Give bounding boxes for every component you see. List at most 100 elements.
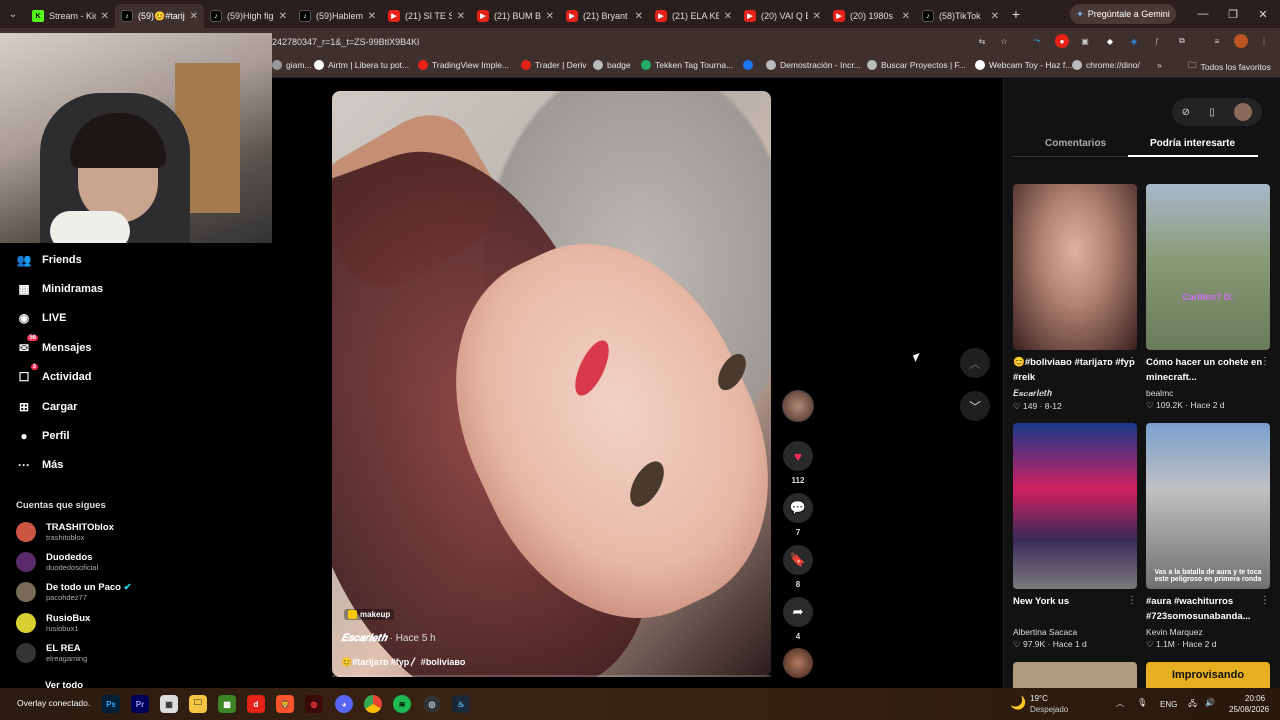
clock-time[interactable]: 20:06: [1245, 694, 1265, 703]
video-player[interactable]: [332, 91, 771, 677]
next-video-button[interactable]: ﹀: [960, 391, 990, 421]
close-tab-icon[interactable]: ✕: [457, 11, 465, 22]
premiere-icon[interactable]: Pr: [131, 695, 149, 713]
recommended-video-card[interactable]: Carlitos? D: Cómo hacer un cohete en mine…: [1146, 184, 1270, 411]
weather-temp[interactable]: 19°C: [1030, 694, 1048, 703]
browser-tab[interactable]: ▶ (20) 1980s ✕: [827, 4, 916, 28]
followed-account[interactable]: TRASHITOblox trashitoblox: [16, 522, 114, 542]
ask-gemini-button[interactable]: ✦ Pregúntale a Gemini: [1070, 4, 1176, 24]
photoshop-icon[interactable]: Ps: [102, 695, 120, 713]
bookmark-item[interactable]: [743, 60, 757, 70]
browser-tab[interactable]: ▶ (20) VAI Q E ✕: [738, 4, 827, 28]
browser-tab[interactable]: ♪ (59)High fig ✕: [204, 4, 293, 28]
bookmark-item[interactable]: Webcam Toy - Haz f...: [975, 60, 1072, 70]
close-tab-icon[interactable]: ✕: [190, 11, 198, 22]
weather-icon[interactable]: 🌙: [1010, 695, 1026, 711]
sidebar-item-live[interactable]: ◉ LIVE: [16, 310, 67, 326]
partial-card-thumbnail[interactable]: Improvisando: [1146, 662, 1270, 688]
more-bookmarks-button[interactable]: »: [1157, 60, 1162, 70]
obs-icon[interactable]: ◎: [423, 695, 441, 713]
user-avatar-icon[interactable]: [1234, 103, 1253, 121]
bookmark-item[interactable]: chrome://dino/: [1072, 60, 1140, 70]
browser-tab[interactable]: ♪ (59)Hablem ✕: [293, 4, 382, 28]
previous-video-button[interactable]: ︿: [960, 348, 990, 378]
more-options-icon[interactable]: ⋮: [1260, 356, 1270, 367]
video-thumbnail[interactable]: Carlitos? D:: [1146, 184, 1270, 350]
deriv-icon[interactable]: d: [247, 695, 265, 713]
more-options-icon[interactable]: ⋮: [1260, 595, 1270, 606]
minecraft-icon[interactable]: ▩: [218, 695, 236, 713]
url-field[interactable]: 242780347_r=1&_t=ZS-99BtlX9B4Kl: [272, 37, 419, 47]
discord-icon[interactable]: ◕: [335, 695, 353, 713]
tray-expand-icon[interactable]: ︿: [1116, 698, 1124, 709]
more-options-icon[interactable]: ⋮: [1127, 356, 1137, 367]
browser-tab[interactable]: ♪ (59)😊#tarij ✕: [115, 4, 204, 28]
browser-tab[interactable]: ▶ (21) ELA KE ✕: [649, 4, 738, 28]
close-tab-icon[interactable]: ✕: [724, 11, 732, 22]
file-explorer-icon[interactable]: 🗀: [189, 695, 207, 713]
microphone-icon[interactable]: 🎙: [1137, 698, 1147, 707]
share-button[interactable]: ➦: [783, 597, 813, 627]
minimize-button[interactable]: —: [1188, 0, 1218, 28]
all-bookmarks-folder[interactable]: 🗀 Todos los favoritos: [1188, 60, 1271, 74]
comment-button[interactable]: 💬: [783, 493, 813, 523]
sound-disc-button[interactable]: [783, 648, 813, 678]
extension-diamond-icon[interactable]: ◆: [1103, 34, 1117, 48]
extension-blue-icon[interactable]: ◈: [1127, 34, 1141, 48]
close-tab-icon[interactable]: ✕: [101, 11, 109, 22]
sidebar-item-minidramas[interactable]: ▦ Minidramas: [16, 281, 103, 297]
partial-card-thumbnail[interactable]: [1013, 662, 1137, 688]
calculator-icon[interactable]: ▦: [160, 695, 178, 713]
tab-search-button[interactable]: ⌄: [0, 0, 26, 28]
bookmark-item[interactable]: Airtm | Libera tu pot...: [314, 60, 409, 70]
bookmark-star-icon[interactable]: ☆: [997, 34, 1011, 48]
new-tab-button[interactable]: +: [1005, 6, 1027, 22]
translate-icon[interactable]: ⇆: [975, 34, 989, 48]
extensions-puzzle-icon[interactable]: ⧉: [1175, 34, 1189, 48]
close-tab-icon[interactable]: ✕: [813, 11, 821, 22]
language-indicator[interactable]: ENG: [1160, 700, 1177, 709]
bookmark-item[interactable]: Tekken Tag Tourna...: [641, 60, 733, 70]
volume-icon[interactable]: 🔊: [1205, 698, 1215, 707]
recommended-video-card[interactable]: New York us ⋮ Albertina Sacaca ♡ 97.9K · Ha…: [1013, 423, 1137, 650]
sidebar-item-activity[interactable]: ☐ 3 Actividad: [16, 364, 92, 385]
followed-account[interactable]: Duodedos duodedosoficial: [16, 552, 98, 572]
video-author[interactable]: 𝑬𝒔𝒄𝒂𝒓𝒍𝒆𝒕𝒉 · Hace 5 h: [341, 633, 436, 644]
bookmark-item[interactable]: Demostración - Incr...: [766, 60, 861, 70]
close-tab-icon[interactable]: ✕: [991, 11, 999, 22]
browser-tab[interactable]: K Stream - Kic ✕: [26, 4, 115, 28]
more-options-icon[interactable]: ⋮: [1127, 595, 1137, 606]
followed-account[interactable]: RusioBux rusiobux1: [16, 613, 90, 633]
spotify-icon[interactable]: ≋: [393, 695, 411, 713]
sidebar-item-profile[interactable]: ● Perfil: [16, 428, 69, 444]
browser-tab[interactable]: ▶ (21) SI TE S ✕: [382, 4, 471, 28]
browser-menu-icon[interactable]: ⋮: [1257, 34, 1271, 48]
extension-badge-icon[interactable]: ▣: [1078, 34, 1092, 48]
sidebar-item-more[interactable]: ··· Más: [16, 457, 63, 473]
browser-tab[interactable]: ▶ (21) Bryant ✕: [560, 4, 649, 28]
sidebar-item-messages[interactable]: ✉ 56 Mensajes: [16, 335, 92, 356]
chrome-icon[interactable]: [364, 695, 382, 713]
extension-script-icon[interactable]: ƒ: [1150, 34, 1164, 48]
save-button[interactable]: 🔖: [783, 545, 813, 575]
bookmark-item[interactable]: Trader | Deriv: [521, 60, 587, 70]
tab-might-interest[interactable]: Podría interesarte: [1150, 138, 1235, 149]
compass-icon[interactable]: ⊘: [1182, 107, 1190, 118]
close-tab-icon[interactable]: ✕: [635, 11, 643, 22]
network-icon[interactable]: 🖧: [1188, 698, 1197, 712]
video-thumbnail[interactable]: [1013, 423, 1137, 589]
followed-account[interactable]: De todo un Paco ✔ pacohdez77: [16, 582, 132, 602]
close-tab-icon[interactable]: ✕: [902, 11, 910, 22]
sidebar-item-friends[interactable]: 👥 Friends: [16, 252, 82, 268]
bookmark-item[interactable]: Buscar Proyectos | F...: [867, 60, 966, 70]
browser-tab[interactable]: ▶ (21) BUM B ✕: [471, 4, 560, 28]
bookmark-item[interactable]: TradingView Imple...: [418, 60, 509, 70]
recommended-video-card[interactable]: Vas a la batalla de aura y te toca este …: [1146, 423, 1270, 650]
like-button[interactable]: ♥: [783, 441, 813, 471]
reading-list-icon[interactable]: ≡: [1210, 34, 1224, 48]
steam-icon[interactable]: ♨: [452, 695, 470, 713]
brave-icon[interactable]: 🦁: [276, 695, 294, 713]
bookmark-item[interactable]: badge: [593, 60, 631, 70]
recommended-video-card[interactable]: 😊#boliviaʙᴏ #tarijaᴛᴅ #fyp #reik ⋮ 𝑬𝒔𝒄𝒂𝒓𝒍𝒆…: [1013, 184, 1137, 412]
profile-avatar-icon[interactable]: [1234, 34, 1248, 48]
